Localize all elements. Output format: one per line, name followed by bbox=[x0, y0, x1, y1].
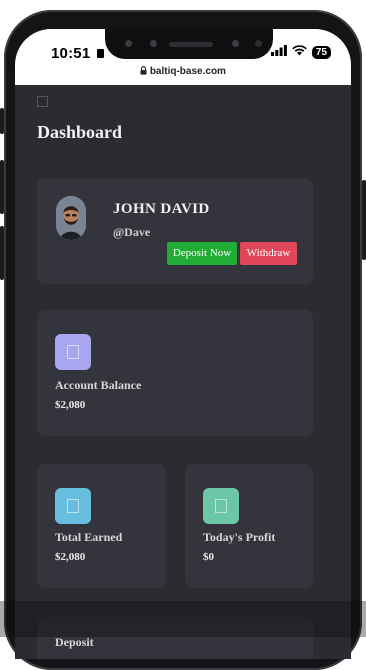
profile-card: JOHN DAVID @Dave Deposit Now Withdraw bbox=[37, 178, 313, 284]
device-screen: 10:51 75 baltiq-base.com Dashboard JOHN … bbox=[15, 29, 351, 659]
total-earned-label: Total Earned bbox=[55, 530, 123, 544]
profile-name: JOHN DAVID bbox=[113, 201, 210, 217]
total-earned-card: Total Earned $2,080 bbox=[37, 464, 166, 588]
dashboard-app: Dashboard JOHN DAVID @Dave Deposit Now W… bbox=[15, 85, 351, 659]
browser-url-bar[interactable]: baltiq-base.com bbox=[15, 65, 351, 85]
camera-notch bbox=[105, 29, 273, 59]
bottom-overlay bbox=[0, 601, 366, 637]
earpiece-speaker bbox=[169, 42, 213, 47]
volume-down-button bbox=[0, 226, 4, 280]
todays-profit-label: Today's Profit bbox=[203, 530, 276, 544]
proximity-sensor-icon bbox=[255, 40, 262, 47]
page-title: Dashboard bbox=[37, 122, 123, 142]
camera-icon bbox=[150, 40, 157, 47]
wallet-icon bbox=[55, 334, 91, 370]
phone-frame: 10:51 75 baltiq-base.com Dashboard JOHN … bbox=[0, 10, 366, 670]
mute-switch bbox=[0, 108, 4, 134]
status-time: 10:51 bbox=[51, 45, 104, 62]
avatar bbox=[56, 196, 86, 240]
wifi-icon bbox=[292, 45, 307, 59]
withdraw-button[interactable]: Withdraw bbox=[240, 242, 297, 265]
status-icons: 75 bbox=[270, 45, 331, 59]
menu-icon[interactable] bbox=[37, 96, 48, 107]
volume-up-button bbox=[0, 160, 4, 214]
account-balance-label: Account Balance bbox=[55, 378, 142, 392]
profile-handle: @Dave bbox=[113, 225, 151, 239]
sensor-icon bbox=[125, 40, 132, 47]
account-balance-value: $2,080 bbox=[55, 399, 86, 411]
todays-profit-card: Today's Profit $0 bbox=[185, 464, 313, 588]
power-button bbox=[362, 180, 366, 260]
deposit-section-title: Deposit bbox=[55, 635, 94, 649]
battery-icon: 75 bbox=[311, 45, 331, 59]
front-camera-icon bbox=[232, 40, 239, 47]
url-text[interactable]: baltiq-base.com bbox=[150, 66, 226, 77]
sim-icon bbox=[96, 49, 104, 58]
deposit-now-button[interactable]: Deposit Now bbox=[167, 242, 237, 265]
signal-bars-icon bbox=[270, 45, 287, 59]
earnings-icon bbox=[55, 488, 91, 524]
total-earned-value: $2,080 bbox=[55, 551, 86, 563]
profit-icon bbox=[203, 488, 239, 524]
status-bar: 10:51 75 bbox=[15, 29, 351, 65]
account-balance-card: Account Balance $2,080 bbox=[37, 310, 313, 436]
todays-profit-value: $0 bbox=[203, 551, 214, 563]
lock-icon bbox=[140, 66, 150, 77]
